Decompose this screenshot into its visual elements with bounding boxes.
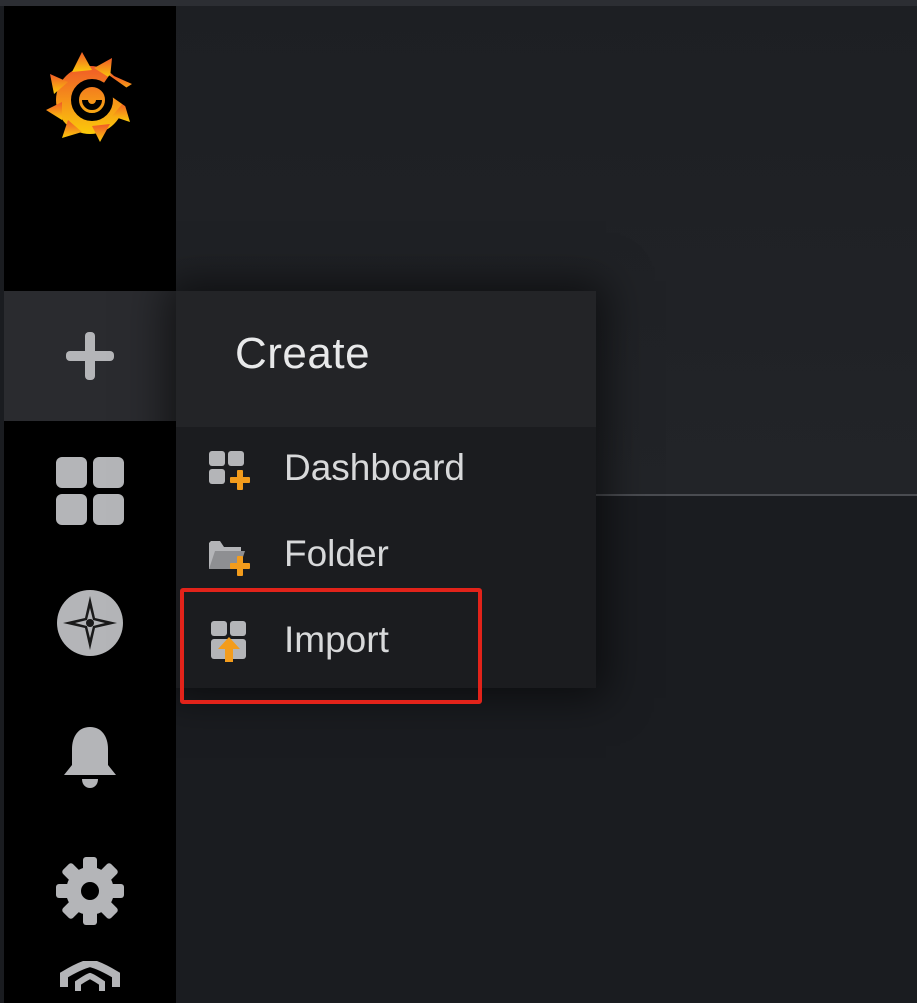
app-window: Create Dashboard Folder Import	[0, 0, 917, 1003]
dashboard-add-icon	[209, 451, 250, 490]
sidebar-item-alerting[interactable]	[4, 692, 176, 822]
menu-item-dashboard[interactable]: Dashboard	[176, 427, 596, 513]
menu-item-label: Import	[284, 619, 389, 660]
apps-grid-icon	[56, 457, 124, 525]
create-dropdown-menu: Create Dashboard Folder Import	[176, 291, 596, 688]
grafana-logo-icon	[46, 52, 138, 142]
gear-icon	[56, 857, 124, 925]
bell-icon	[64, 727, 116, 788]
plus-icon	[66, 332, 114, 380]
dropdown-header: Create	[176, 291, 596, 427]
sidebar-item-create[interactable]	[4, 291, 176, 421]
shield-icon	[60, 961, 120, 991]
sidebar-item-explore[interactable]	[4, 558, 176, 688]
sidebar	[4, 6, 176, 1003]
menu-item-label: Folder	[284, 533, 389, 574]
folder-add-icon	[209, 541, 250, 576]
dropdown-title: Create	[235, 329, 371, 378]
compass-icon	[57, 590, 123, 656]
menu-item-folder[interactable]: Folder	[176, 513, 596, 599]
menu-item-label: Dashboard	[284, 447, 466, 488]
sidebar-item-server-admin[interactable]	[4, 961, 176, 1003]
grafana-logo-button[interactable]	[4, 26, 176, 166]
sidebar-item-dashboards[interactable]	[4, 426, 176, 556]
sidebar-item-configuration[interactable]	[4, 826, 176, 956]
import-icon	[211, 621, 246, 662]
menu-item-import[interactable]: Import	[176, 599, 596, 685]
